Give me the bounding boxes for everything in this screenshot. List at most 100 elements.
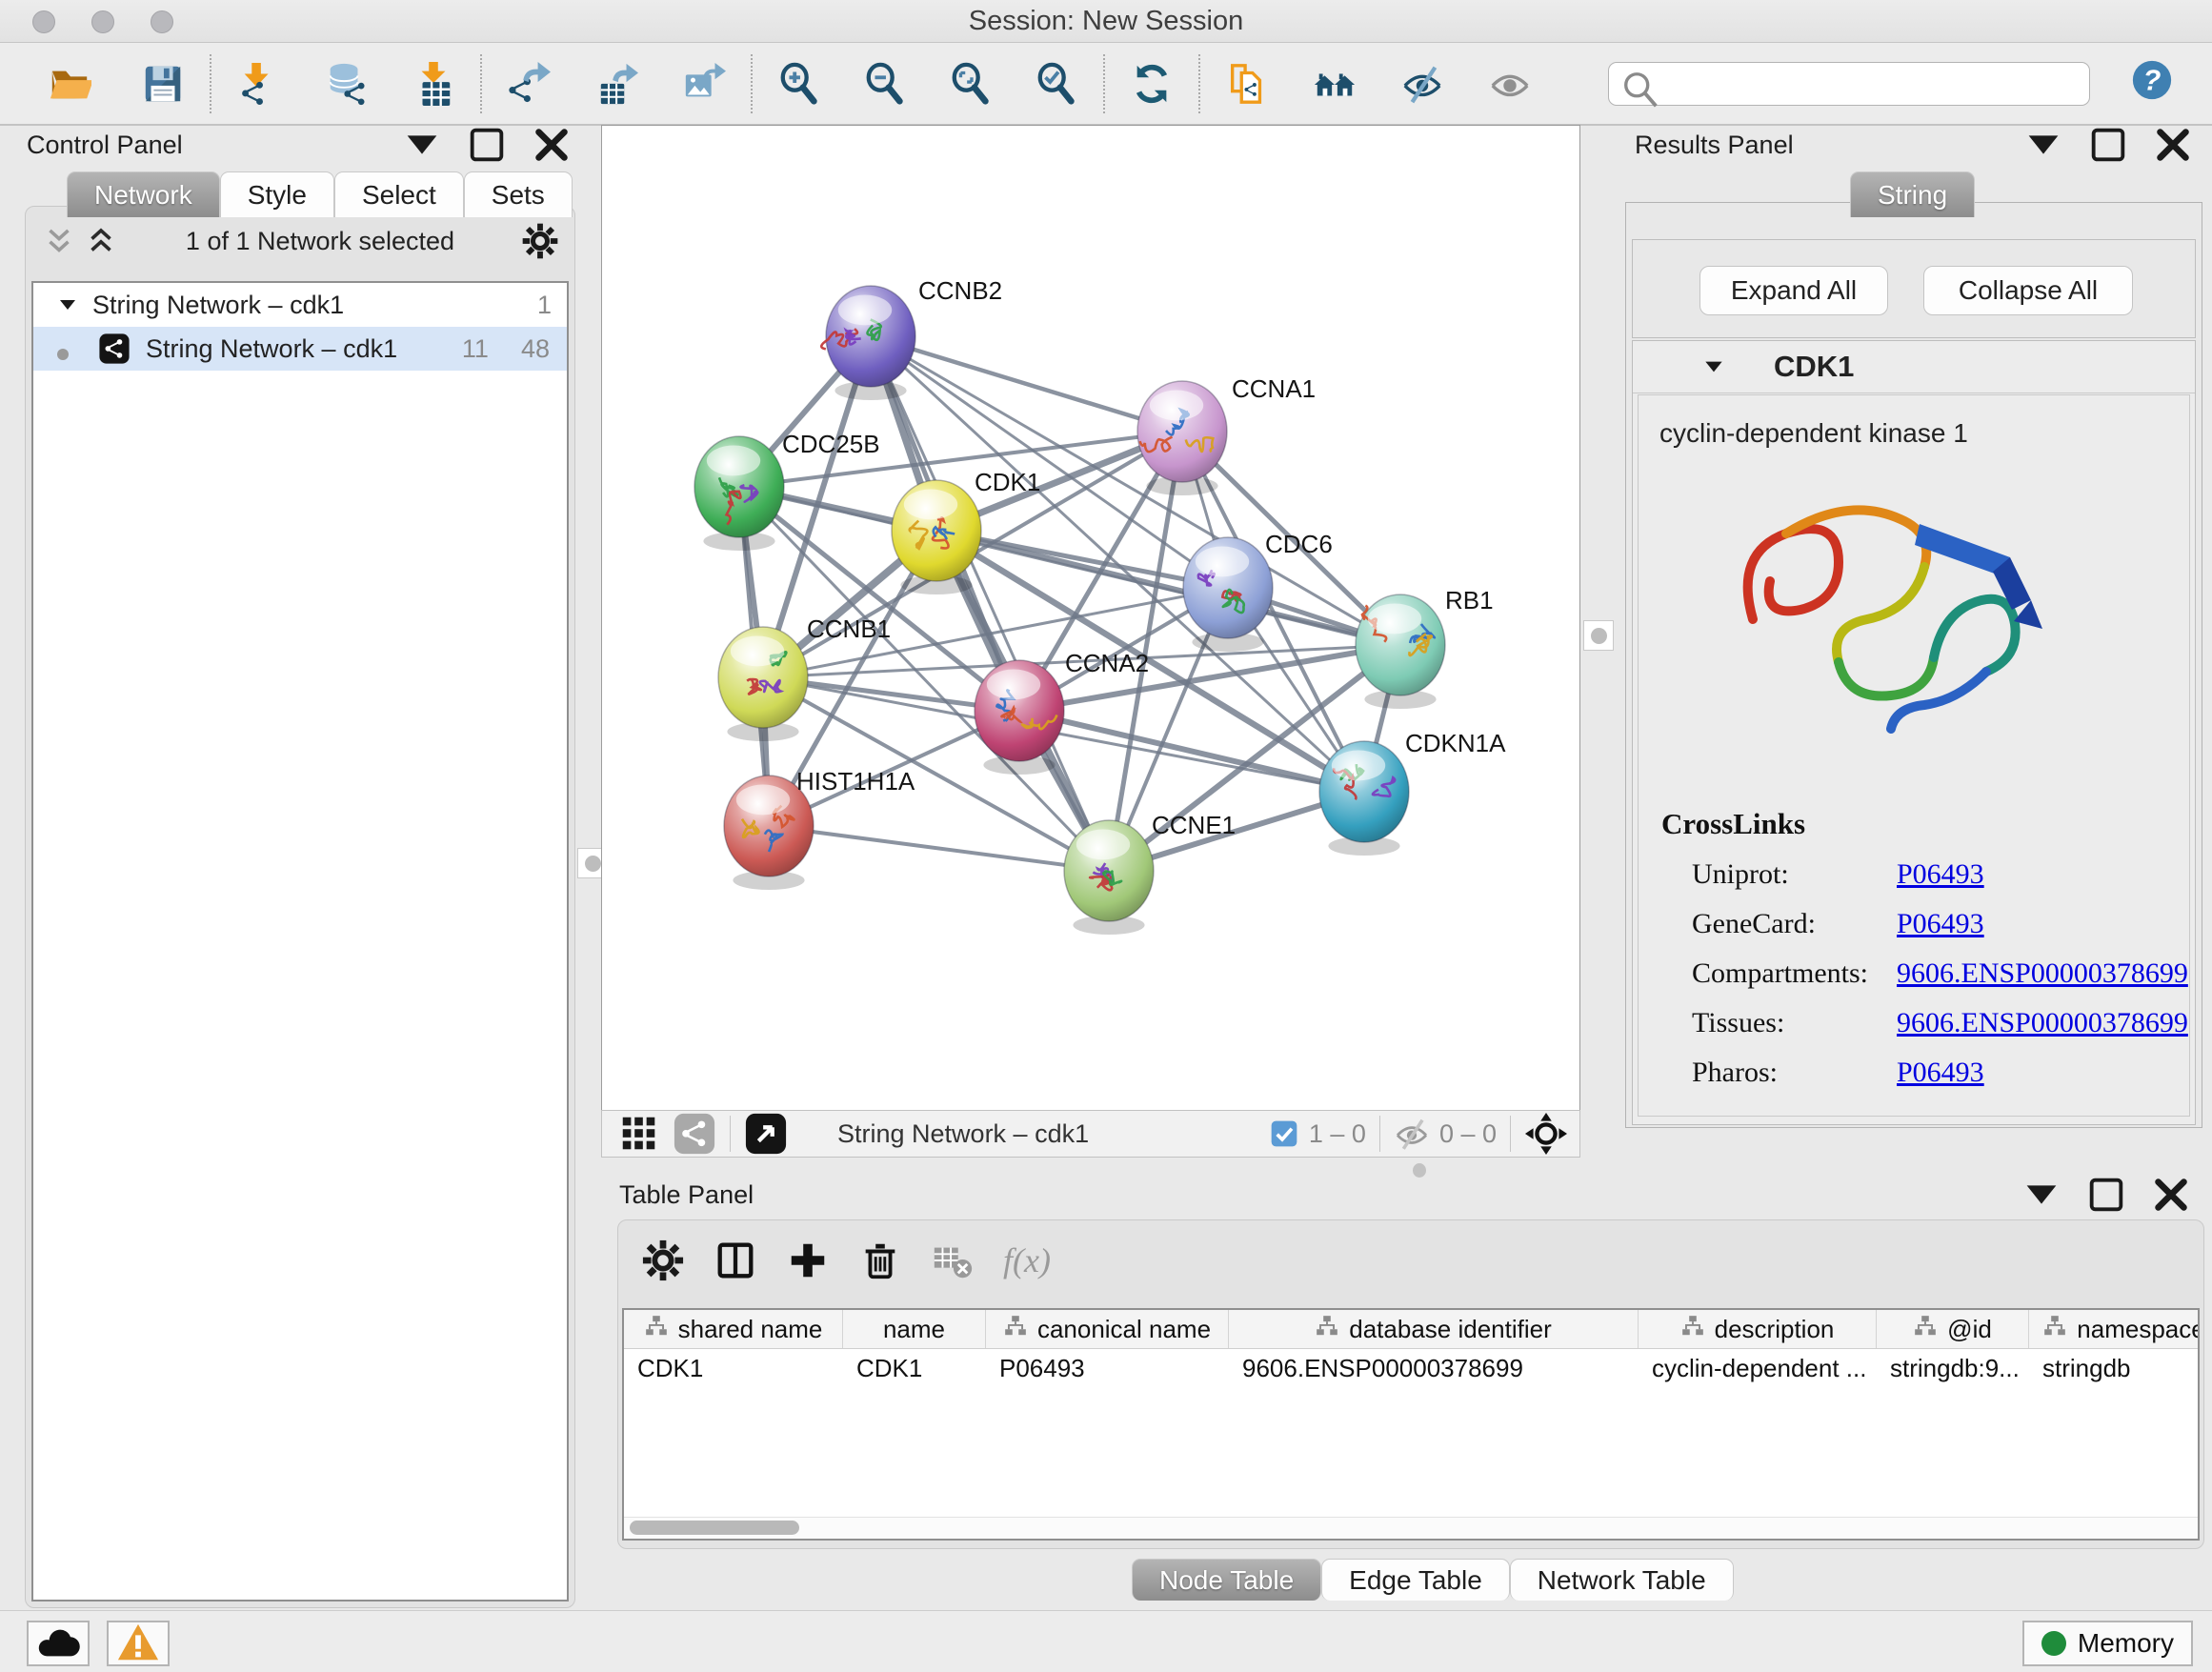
copy-network-button[interactable] bbox=[1214, 52, 1280, 115]
tab-select[interactable]: Select bbox=[334, 171, 464, 217]
table-column-header[interactable]: description bbox=[1639, 1310, 1877, 1348]
graph-node-CDC25B[interactable] bbox=[694, 436, 784, 551]
collapse-entry-icon[interactable] bbox=[1701, 354, 1726, 379]
panel-float-icon[interactable] bbox=[2086, 123, 2130, 167]
panel-float-icon[interactable] bbox=[465, 123, 509, 167]
expand-collection-icon[interactable] bbox=[56, 293, 79, 316]
birds-eye-view-icon[interactable] bbox=[744, 1112, 788, 1156]
table-column-header[interactable]: database identifier bbox=[1229, 1310, 1639, 1348]
node-table[interactable]: shared namenamecanonical name database id… bbox=[622, 1308, 2200, 1541]
table-panel: f(x) shared namenamecanonical namedataba… bbox=[617, 1219, 2204, 1549]
warnings-button[interactable] bbox=[107, 1621, 170, 1666]
import-network-from-database-button[interactable] bbox=[312, 52, 379, 115]
table-column-header[interactable]: name bbox=[843, 1310, 986, 1348]
table-row[interactable]: CDK1CDK1P064939606.ENSP00000378699cyclin… bbox=[624, 1349, 2198, 1387]
show-all-button[interactable] bbox=[1301, 52, 1368, 115]
export-network-button[interactable] bbox=[495, 52, 562, 115]
table-horizontal-scrollbar[interactable] bbox=[624, 1517, 2198, 1539]
export-image-button[interactable] bbox=[671, 52, 737, 115]
expand-all-networks-icon[interactable] bbox=[83, 223, 119, 259]
add-column-icon[interactable] bbox=[786, 1239, 830, 1282]
tab-string[interactable]: String bbox=[1850, 171, 1975, 217]
node-entry-header[interactable]: CDK1 bbox=[1633, 341, 2195, 393]
panel-float-icon[interactable] bbox=[2084, 1173, 2128, 1217]
open-session-button[interactable] bbox=[36, 52, 103, 115]
table-column-header[interactable]: namespace bbox=[2029, 1310, 2200, 1348]
crosslink-link[interactable]: P06493 bbox=[1897, 908, 1984, 940]
crosslink-link[interactable]: P06493 bbox=[1897, 858, 1984, 891]
table-cell[interactable]: CDK1 bbox=[624, 1349, 843, 1387]
network-collection-row[interactable]: String Network – cdk1 1 bbox=[33, 283, 567, 327]
graph-node-RB1[interactable] bbox=[1356, 594, 1445, 709]
tab-network-table[interactable]: Network Table bbox=[1510, 1559, 1734, 1601]
import-table-button[interactable] bbox=[400, 52, 467, 115]
export-table-button[interactable] bbox=[583, 52, 650, 115]
graph-node-CCNA1[interactable] bbox=[1137, 381, 1227, 495]
apply-layout-button[interactable] bbox=[1118, 52, 1185, 115]
right-splitter-handle[interactable] bbox=[1583, 620, 1614, 651]
gear-icon[interactable] bbox=[521, 222, 559, 260]
tab-node-table[interactable]: Node Table bbox=[1132, 1559, 1321, 1601]
selected-checkbox-icon[interactable] bbox=[1269, 1118, 1299, 1149]
zoom-fit-button[interactable] bbox=[937, 52, 1004, 115]
collection-name: String Network – cdk1 bbox=[92, 291, 537, 320]
column-label: database identifier bbox=[1349, 1315, 1551, 1344]
panel-close-icon[interactable] bbox=[2149, 1173, 2193, 1217]
copy-document-icon bbox=[1225, 62, 1269, 106]
table-cell[interactable]: cyclin-dependent ... bbox=[1639, 1349, 1877, 1387]
zoom-in-button[interactable] bbox=[766, 52, 833, 115]
crosslink-link[interactable]: 9606.ENSP00000378699 bbox=[1897, 957, 2188, 990]
hide-selected-button[interactable] bbox=[1389, 52, 1456, 115]
minimize-window-button[interactable] bbox=[91, 10, 114, 33]
crosslink-link[interactable]: 9606.ENSP00000378699 bbox=[1897, 1007, 2188, 1039]
crosslink-link[interactable]: P06493 bbox=[1897, 1057, 1984, 1089]
table-cell[interactable]: CDK1 bbox=[843, 1349, 986, 1387]
panel-menu-icon[interactable] bbox=[400, 123, 444, 167]
fit-content-target-icon[interactable] bbox=[1524, 1112, 1568, 1156]
zoom-window-button[interactable] bbox=[151, 10, 173, 33]
panel-close-icon[interactable] bbox=[2151, 123, 2195, 167]
table-cell[interactable]: P06493 bbox=[986, 1349, 1229, 1387]
table-column-header[interactable]: canonical name bbox=[986, 1310, 1229, 1348]
graph-node-CDKN1A[interactable] bbox=[1319, 741, 1409, 856]
panel-close-icon[interactable] bbox=[530, 123, 573, 167]
expand-all-button[interactable]: Expand All bbox=[1699, 266, 1888, 315]
zoom-selected-button[interactable] bbox=[1023, 52, 1090, 115]
table-cell[interactable]: 9606.ENSP00000378699 bbox=[1229, 1349, 1639, 1387]
network-view-icon[interactable] bbox=[673, 1112, 716, 1156]
delete-column-icon[interactable] bbox=[858, 1239, 902, 1282]
search-input[interactable] bbox=[1608, 62, 2090, 106]
tab-network[interactable]: Network bbox=[67, 171, 220, 217]
table-column-header[interactable]: @id bbox=[1877, 1310, 2029, 1348]
collapse-all-button[interactable]: Collapse All bbox=[1923, 266, 2133, 315]
collapse-all-networks-icon[interactable] bbox=[41, 223, 77, 259]
tab-style[interactable]: Style bbox=[220, 171, 334, 217]
cloud-status-button[interactable] bbox=[27, 1621, 90, 1666]
node-count: 11 bbox=[462, 334, 489, 364]
zoom-out-button[interactable] bbox=[852, 52, 918, 115]
show-columns-icon[interactable] bbox=[714, 1239, 757, 1282]
network-row[interactable]: String Network – cdk1 11 48 bbox=[33, 327, 567, 371]
help-button[interactable]: ? bbox=[2130, 58, 2182, 110]
gear-icon[interactable] bbox=[641, 1239, 685, 1282]
grid-view-icon[interactable] bbox=[617, 1112, 661, 1156]
graph-node-CCNB1[interactable] bbox=[718, 627, 808, 741]
table-cell[interactable]: stringdb:9... bbox=[1877, 1349, 2029, 1387]
show-hidden-button[interactable] bbox=[1477, 52, 1543, 115]
scrollbar-thumb[interactable] bbox=[630, 1521, 799, 1535]
tab-edge-table[interactable]: Edge Table bbox=[1321, 1559, 1510, 1601]
table-cell[interactable]: stringdb bbox=[2029, 1349, 2200, 1387]
memory-button[interactable]: Memory bbox=[2022, 1621, 2193, 1666]
graph-node-CCNB2[interactable] bbox=[821, 286, 915, 400]
save-session-button[interactable] bbox=[130, 52, 196, 115]
tab-sets[interactable]: Sets bbox=[464, 171, 573, 217]
network-canvas[interactable]: CCNB2CCNA1CDC25BCDK1CDC6RB1CCNB1CCNA2CDK… bbox=[601, 125, 1580, 1111]
graph-node-CCNE1[interactable] bbox=[1064, 820, 1154, 935]
panel-menu-icon[interactable] bbox=[2021, 123, 2065, 167]
close-window-button[interactable] bbox=[32, 10, 55, 33]
table-column-header[interactable]: shared name bbox=[624, 1310, 843, 1348]
import-network-button[interactable] bbox=[225, 52, 292, 115]
network-graph[interactable]: CCNB2CCNA1CDC25BCDK1CDC6RB1CCNB1CCNA2CDK… bbox=[602, 126, 1579, 1110]
panel-menu-icon[interactable] bbox=[2020, 1173, 2063, 1217]
graph-node-label: CCNB1 bbox=[807, 614, 891, 643]
